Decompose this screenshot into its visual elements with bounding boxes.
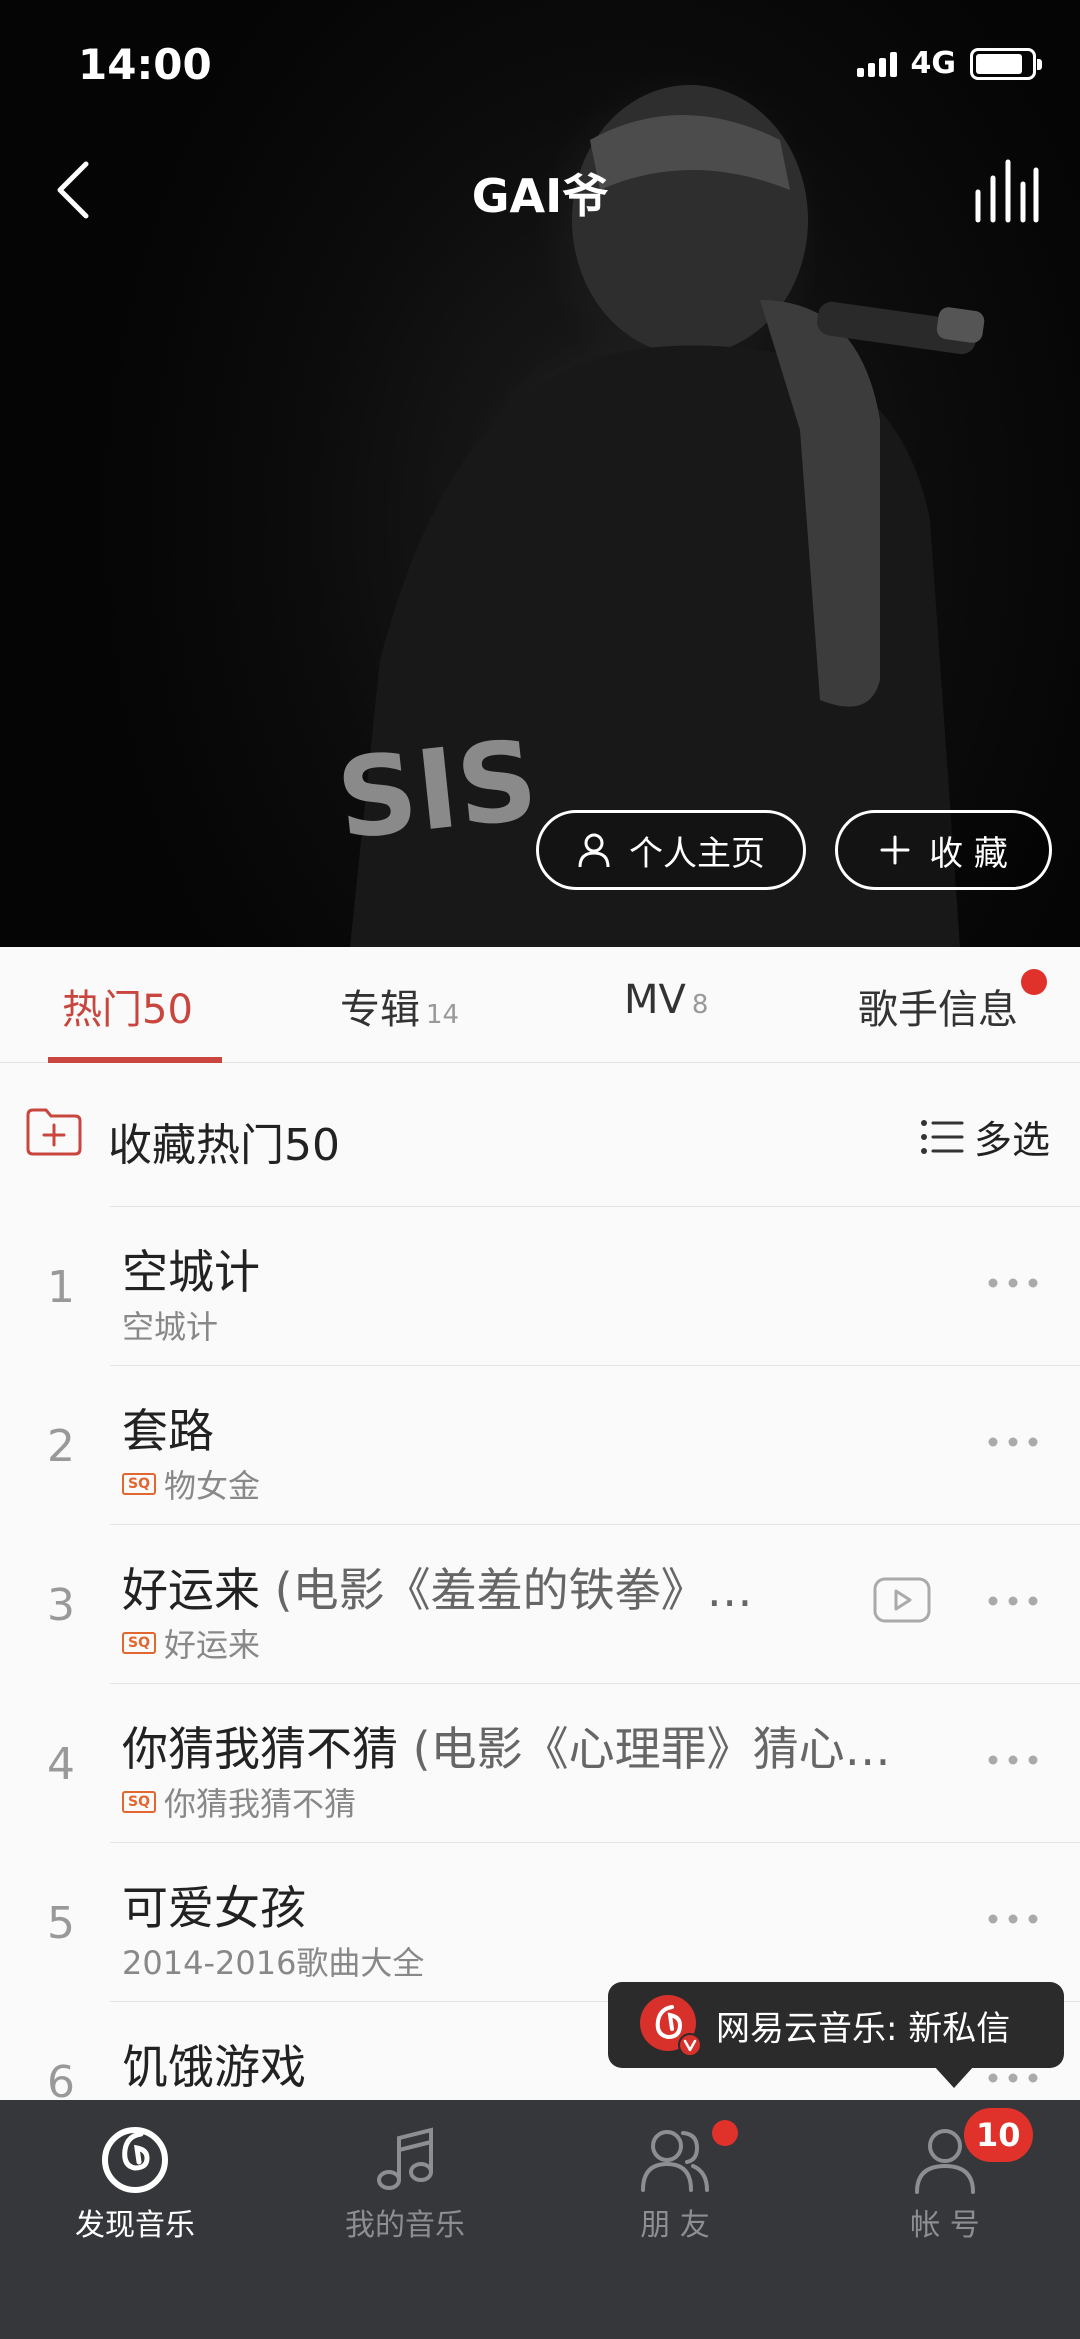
song-note: (电影《心理罪》猜心… bbox=[398, 1722, 891, 1776]
account-badge: 10 bbox=[964, 2108, 1033, 2162]
song-subtitle: SQ 你猜我猜不猜 bbox=[122, 1779, 356, 1825]
plus-icon bbox=[880, 835, 910, 865]
music-note-icon bbox=[377, 2127, 433, 2190]
song-title: 你猜我猜不猜 (电影《心理罪》猜心… bbox=[122, 1713, 891, 1779]
network-type: 4G bbox=[910, 46, 957, 81]
nav-discover[interactable]: 发现音乐 bbox=[0, 2100, 270, 2339]
song-row[interactable]: 4 你猜我猜不猜 (电影《心理罪》猜心… SQ 你猜我猜不猜 bbox=[0, 1683, 1080, 1842]
netease-music-icon bbox=[640, 1995, 702, 2057]
tab-mv[interactable]: MV 8 bbox=[624, 977, 708, 1023]
battery-icon bbox=[970, 47, 1042, 80]
notification-dot bbox=[1021, 969, 1047, 995]
page-title: GAI爷 bbox=[471, 169, 609, 223]
song-subtitle: SQ 好运来 bbox=[122, 1620, 260, 1666]
song-name: 饥饿游戏 bbox=[122, 2040, 306, 2094]
profile-button[interactable]: 个人主页 bbox=[536, 810, 806, 890]
tab-hot50-label: 热门50 bbox=[62, 987, 193, 1033]
nav-my-music-label: 我的音乐 bbox=[345, 2208, 465, 2243]
song-index: 1 bbox=[47, 1262, 75, 1313]
song-title: 套路 bbox=[122, 1395, 214, 1461]
tab-albums-label: 专辑 bbox=[340, 987, 420, 1033]
song-index: 3 bbox=[47, 1580, 75, 1631]
song-name: 空城计 bbox=[122, 1245, 260, 1299]
nav-account[interactable]: 10 帐 号 bbox=[810, 2100, 1080, 2339]
sq-quality-icon: SQ bbox=[122, 1473, 156, 1495]
song-row[interactable]: 2 套路 SQ 物女金 bbox=[0, 1365, 1080, 1524]
nav-friends-label: 朋 友 bbox=[640, 2208, 710, 2243]
song-subtitle: 2014-2016歌曲大全 bbox=[122, 1938, 424, 1984]
song-title: 饥饿游戏 bbox=[122, 2031, 306, 2097]
tab-hot50[interactable]: 热门50 bbox=[62, 977, 193, 1035]
more-options-icon[interactable] bbox=[986, 1745, 1040, 1775]
song-album: 空城计 bbox=[122, 1308, 219, 1346]
tab-albums-count: 14 bbox=[426, 1000, 460, 1030]
collect-hot50-bar: 收藏热门50 多选 bbox=[0, 1063, 1080, 1206]
equalizer-icon bbox=[975, 159, 1039, 223]
favorite-button[interactable]: 收 藏 bbox=[835, 810, 1052, 890]
song-title: 可爱女孩 bbox=[122, 1872, 306, 1938]
tab-artist-info-label: 歌手信息 bbox=[858, 987, 1018, 1033]
bottom-nav: 发现音乐 我的音乐 朋 友 10 帐 号 bbox=[0, 2100, 1080, 2339]
song-album: 2014-2016歌曲大全 bbox=[122, 1944, 425, 1982]
song-subtitle: 空城计 bbox=[122, 1302, 218, 1348]
song-album: 物女金 bbox=[164, 1467, 261, 1505]
more-options-icon[interactable] bbox=[986, 1268, 1040, 1298]
nav-account-label: 帐 号 bbox=[910, 2208, 980, 2243]
tab-artist-info[interactable]: 歌手信息 bbox=[858, 977, 1018, 1035]
song-name: 你猜我猜不猜 bbox=[122, 1722, 398, 1776]
more-options-icon[interactable] bbox=[986, 1427, 1040, 1457]
now-playing-button[interactable] bbox=[964, 152, 1044, 232]
song-index: 5 bbox=[47, 1898, 75, 1949]
nav-friends[interactable]: 朋 友 bbox=[540, 2100, 810, 2339]
artist-tabs: 热门50 专辑 14 MV 8 歌手信息 bbox=[0, 947, 1080, 1063]
list-icon bbox=[920, 1119, 964, 1154]
profile-button-label: 个人主页 bbox=[629, 833, 765, 874]
artist-photo: SIS bbox=[331, 85, 985, 947]
message-toast[interactable]: 网易云音乐: 新私信 bbox=[608, 1982, 1064, 2068]
song-name: 好运来 bbox=[122, 1563, 260, 1617]
tab-mv-count: 8 bbox=[691, 990, 709, 1020]
sq-quality-icon: SQ bbox=[122, 1632, 156, 1654]
sq-quality-icon: SQ bbox=[122, 1791, 156, 1813]
song-title: 好运来 (电影《羞羞的铁拳》… bbox=[122, 1554, 753, 1620]
nav-my-music[interactable]: 我的音乐 bbox=[270, 2100, 540, 2339]
folder-plus-icon bbox=[26, 1108, 82, 1156]
toast-pointer bbox=[934, 2066, 974, 2088]
nav-discover-label: 发现音乐 bbox=[75, 2208, 195, 2243]
person-icon bbox=[578, 833, 610, 868]
tab-albums[interactable]: 专辑 14 bbox=[340, 977, 459, 1035]
status-bar: 14:00 4G bbox=[0, 0, 1080, 130]
favorite-button-label: 收 藏 bbox=[929, 833, 1008, 874]
collect-label[interactable]: 收藏热门50 bbox=[108, 1109, 340, 1173]
song-note: (电影《羞羞的铁拳》… bbox=[260, 1563, 753, 1617]
status-time: 14:00 bbox=[78, 40, 212, 89]
song-row[interactable]: 5 可爱女孩 2014-2016歌曲大全 bbox=[0, 1842, 1080, 2001]
friends-icon bbox=[641, 2130, 709, 2192]
song-title: 空城计 bbox=[122, 1236, 260, 1302]
toast-text: 网易云音乐: 新私信 bbox=[716, 2008, 1011, 2049]
netease-logo-icon bbox=[102, 2127, 168, 2193]
song-name: 可爱女孩 bbox=[122, 1881, 306, 1935]
shirt-print: SIS bbox=[331, 716, 543, 864]
more-options-icon[interactable] bbox=[986, 1904, 1040, 1934]
artist-hero: SIS 14:00 4G GAI爷 个人主页 收 藏 bbox=[0, 0, 1080, 947]
song-album: 好运来 bbox=[164, 1626, 261, 1664]
multi-select-button[interactable]: 多选 bbox=[920, 1109, 1050, 1164]
mv-play-icon[interactable] bbox=[872, 1576, 932, 1624]
song-name: 套路 bbox=[122, 1404, 214, 1458]
song-album: 你猜我猜不猜 bbox=[164, 1785, 357, 1823]
more-options-icon[interactable] bbox=[986, 1586, 1040, 1616]
tab-mv-label: MV bbox=[624, 977, 686, 1023]
multi-select-label: 多选 bbox=[973, 1118, 1050, 1162]
collect-all-button[interactable] bbox=[24, 1105, 84, 1161]
song-index: 2 bbox=[47, 1421, 75, 1472]
song-index: 4 bbox=[47, 1739, 75, 1790]
song-subtitle: SQ 物女金 bbox=[122, 1461, 260, 1507]
friends-notification-dot bbox=[712, 2120, 738, 2146]
signal-icon bbox=[856, 51, 897, 77]
song-row[interactable]: 1 空城计 空城计 bbox=[0, 1206, 1080, 1365]
song-row[interactable]: 3 好运来 (电影《羞羞的铁拳》… SQ 好运来 bbox=[0, 1524, 1080, 1683]
